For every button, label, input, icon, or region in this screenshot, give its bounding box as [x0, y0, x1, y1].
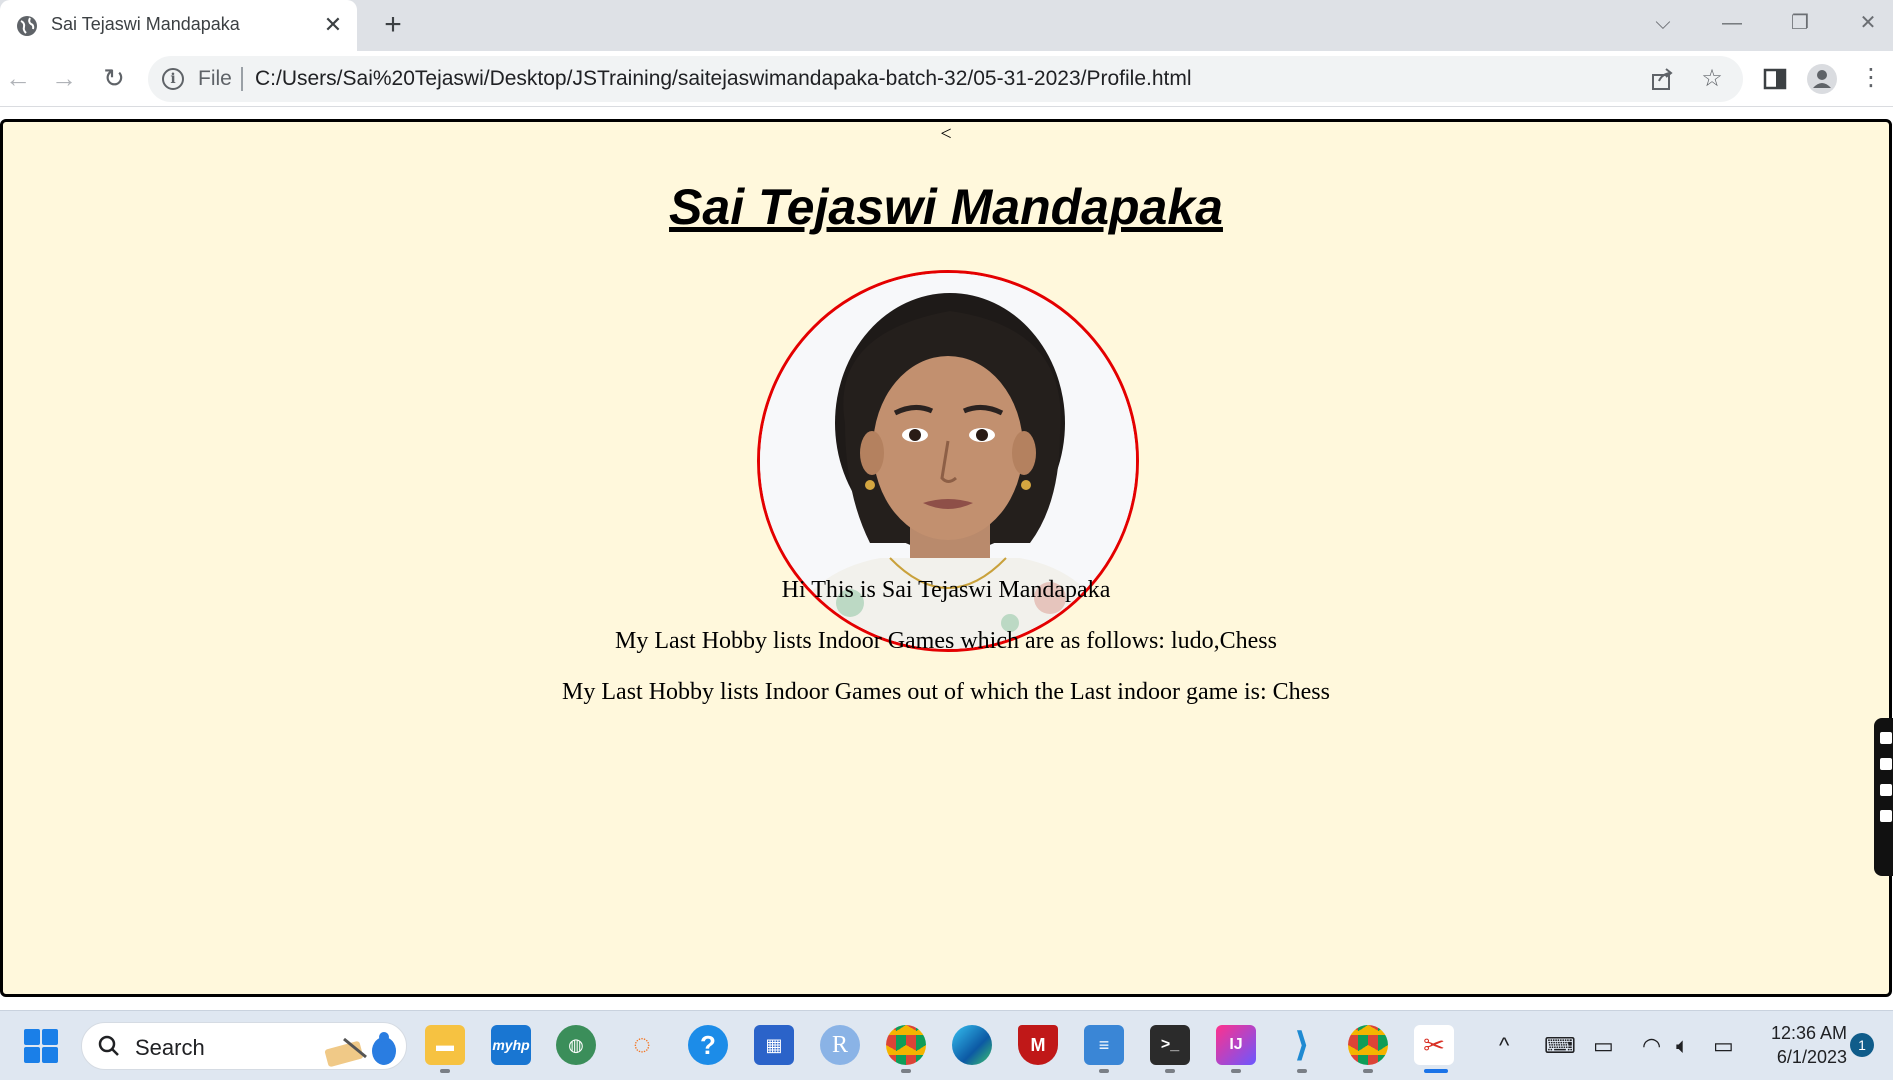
url-text[interactable]: C:/Users/Sai%20Tejaswi/Desktop/JSTrainin… — [255, 67, 1192, 91]
wifi-icon[interactable]: ◠ — [1642, 1033, 1661, 1059]
running-indicator — [1231, 1069, 1241, 1073]
keyboard-icon[interactable]: ⌨ — [1544, 1033, 1576, 1059]
show-hidden-icons-chevron-icon[interactable]: ^ — [1499, 1033, 1509, 1059]
myhp-icon[interactable]: myhp — [491, 1025, 531, 1065]
capture-icon[interactable] — [1880, 732, 1892, 744]
battery-icon[interactable]: ▭ — [1713, 1033, 1734, 1059]
chrome-icon[interactable] — [886, 1025, 926, 1065]
stray-lt-text: < — [940, 123, 952, 145]
tab-title: Sai Tejaswi Mandapaka — [51, 14, 240, 34]
active-indicator — [1424, 1069, 1448, 1073]
share-icon[interactable] — [1648, 65, 1676, 93]
side-panel-icon[interactable] — [1759, 63, 1791, 95]
touchpad-icon[interactable]: ▭ — [1593, 1033, 1614, 1059]
camera-icon[interactable] — [1880, 758, 1892, 770]
windows-start-icon[interactable] — [24, 1029, 58, 1063]
mcafee-icon[interactable]: M — [1018, 1025, 1058, 1065]
window-icon[interactable] — [1880, 784, 1892, 796]
close-window-button[interactable]: ✕ — [1848, 8, 1888, 38]
running-indicator — [1165, 1069, 1175, 1073]
browser-titlebar: Sai Tejaswi Mandapaka ✕ + ⌵ — ❐ ✕ — [0, 0, 1893, 51]
page-viewport: < Sai Tejaswi Mandapaka Hi This is Sai T… — [0, 108, 1893, 1010]
windows-taskbar: Search ▬ myhp ◍ ◌ ? ▦ R M ≡ >_ IJ ⟩ ✂ ^ … — [0, 1010, 1893, 1080]
settings-gear-icon[interactable] — [1880, 810, 1892, 822]
notification-badge[interactable]: 1 — [1850, 1033, 1874, 1057]
intro-text: Hi This is Sai Tejaswi Mandapaka — [781, 577, 1111, 603]
back-button[interactable]: ← — [0, 61, 36, 97]
file-scheme-label: File — [198, 67, 232, 90]
globe-app-icon[interactable]: ◍ — [556, 1025, 596, 1065]
running-indicator — [1297, 1069, 1307, 1073]
search-highlight-icon — [324, 1032, 396, 1067]
hobby-list-text: My Last Hobby lists Indoor Games which a… — [615, 628, 1277, 654]
taskbar-search-box[interactable]: Search — [81, 1022, 407, 1070]
clock-time: 12:36 AM — [1770, 1023, 1847, 1043]
last-game-text: My Last Hobby lists Indoor Games out of … — [562, 679, 1330, 705]
help-icon[interactable]: ? — [688, 1025, 728, 1065]
close-tab-icon[interactable]: ✕ — [320, 13, 346, 39]
snipping-tool-icon[interactable]: ✂ — [1414, 1025, 1454, 1065]
bookmark-star-icon[interactable]: ☆ — [1698, 65, 1726, 93]
search-icon — [98, 1035, 119, 1056]
microsoft-store-icon[interactable]: ▦ — [754, 1025, 794, 1065]
running-indicator — [1363, 1069, 1373, 1073]
profile-avatar-icon[interactable] — [1806, 63, 1838, 95]
globe-icon — [17, 16, 37, 36]
screen-capture-widget[interactable] — [1874, 718, 1893, 876]
running-indicator — [1099, 1069, 1109, 1073]
intellij-icon[interactable]: IJ — [1216, 1025, 1256, 1065]
jupyter-icon[interactable]: ◌ — [622, 1025, 662, 1065]
info-icon[interactable]: i — [162, 68, 184, 90]
chrome-icon[interactable] — [1348, 1025, 1388, 1065]
address-bar[interactable]: i File C:/Users/Sai%20Tejaswi/Desktop/JS… — [148, 56, 1743, 102]
tab-search-icon[interactable]: ⌵ — [1643, 8, 1683, 38]
restore-button[interactable]: ❐ — [1780, 8, 1820, 38]
page-title: Sai Tejaswi Mandapaka — [669, 179, 1223, 235]
volume-icon[interactable]: 🔈︎ — [1676, 1033, 1689, 1059]
new-tab-button[interactable]: + — [377, 10, 409, 42]
r-language-icon[interactable]: R — [820, 1025, 860, 1065]
notepad-icon[interactable]: ≡ — [1084, 1025, 1124, 1065]
terminal-icon[interactable]: >_ — [1150, 1025, 1190, 1065]
menu-kebab-icon[interactable]: ⋮ — [1855, 63, 1887, 95]
browser-toolbar: ← → ↻ i File C:/Users/Sai%20Tejaswi/Desk… — [0, 51, 1893, 107]
minimize-button[interactable]: — — [1712, 8, 1752, 38]
file-explorer-icon[interactable]: ▬ — [425, 1025, 465, 1065]
address-separator — [241, 67, 243, 91]
taskbar-clock[interactable]: 12:36 AM 6/1/2023 — [1757, 1021, 1847, 1069]
reload-button[interactable]: ↻ — [96, 61, 132, 97]
running-indicator — [440, 1069, 450, 1073]
running-indicator — [901, 1069, 911, 1073]
vscode-icon[interactable]: ⟩ — [1282, 1025, 1322, 1065]
profile-card: < Sai Tejaswi Mandapaka Hi This is Sai T… — [0, 119, 1892, 997]
edge-icon[interactable] — [952, 1025, 992, 1065]
browser-tab[interactable]: Sai Tejaswi Mandapaka ✕ — [0, 0, 357, 51]
search-label: Search — [135, 1035, 205, 1060]
clock-date: 6/1/2023 — [1776, 1047, 1847, 1067]
forward-button[interactable]: → — [46, 61, 82, 97]
